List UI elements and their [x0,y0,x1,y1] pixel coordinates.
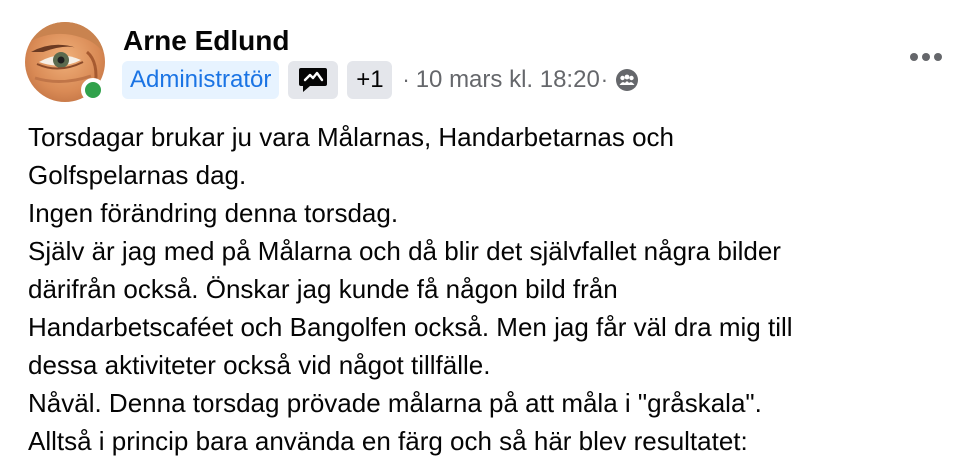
group-members-icon[interactable] [615,68,639,92]
more-options-button[interactable] [904,42,948,72]
post-text-line: Ingen förändring denna torsdag. [28,198,399,228]
online-status-dot [81,78,105,102]
post-text-line: Alltså i princip bara använda en färg oc… [28,426,748,456]
post-text-line: Golfspelarnas dag. [28,160,247,190]
author-name[interactable]: Arne Edlund [123,24,289,58]
separator-dot: · [600,67,609,92]
post-text-line: Nåväl. Denna torsdag prövade målarna på … [28,388,762,418]
post-text-line: Torsdagar brukar ju vara Målarnas, Handa… [28,122,675,152]
separator-dot: · [402,67,410,92]
conversation-starter-badge[interactable] [288,61,339,99]
post-text-line: dessa aktiviteter också vid något tillfä… [28,350,491,380]
conversation-starter-badge-icon [299,68,328,92]
more-options-icon [910,53,942,61]
avatar[interactable] [25,22,105,102]
post-text-line: därifrån också. Önskar jag kunde få någo… [28,274,618,304]
role-badge[interactable]: Administratör [122,61,280,99]
post-timestamp[interactable]: 10 mars kl. 18:20 [416,61,600,99]
more-badges-count[interactable]: +1 [347,61,393,99]
post-text-line: Själv är jag med på Målarna och då blir … [28,236,781,266]
post-text: Torsdagar brukar ju vara Målarnas, Handa… [28,118,958,460]
post-meta: Administratör +1 · 10 mars kl. 18:20 · [122,61,639,99]
post-text-line: Handarbetscaféet och Bangolfen också. Me… [28,312,793,342]
post-card: Arne Edlund Administratör +1 · 10 mars k… [0,0,976,474]
